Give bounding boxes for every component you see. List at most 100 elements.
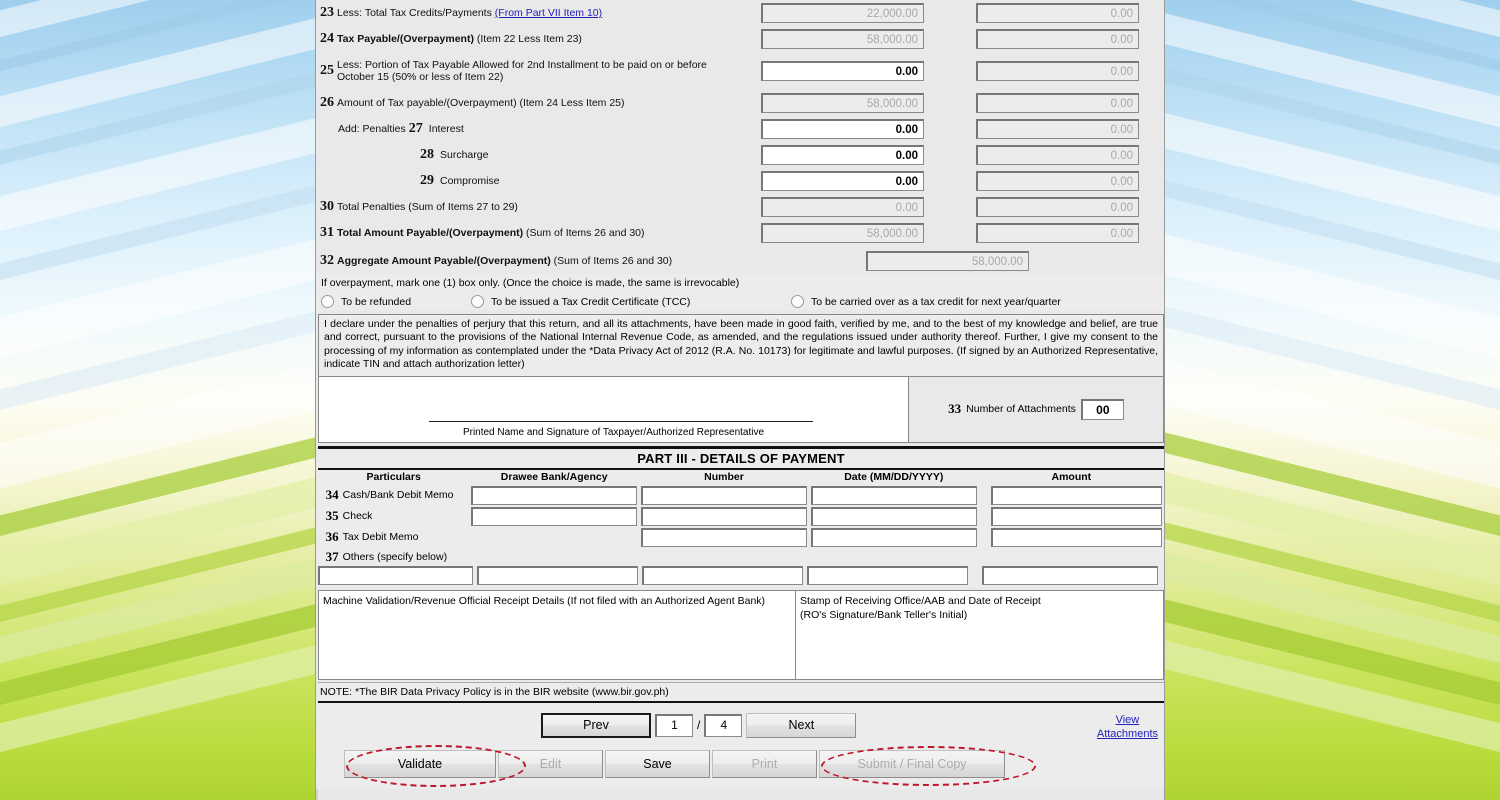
payment-row-36-date-cell [809, 527, 979, 548]
line-30-amount-column-a[interactable]: 0.00 [761, 197, 924, 217]
current-page-field[interactable]: 1 [655, 713, 693, 737]
line-26-label: Amount of Tax payable/(Overpayment) (Ite… [337, 97, 625, 109]
payment-row-35-label: Check [342, 510, 373, 523]
line-28-number: 28 [420, 147, 434, 162]
line-31-amount-column-a[interactable]: 58,000.00 [761, 223, 924, 243]
line-24-amount-column-b[interactable]: 0.00 [976, 29, 1139, 49]
line-23-row: 23 Less: Total Tax Credits/Payments (From… [316, 0, 1164, 26]
signature-area[interactable]: Printed Name and Signature of Taxpayer/A… [319, 376, 908, 442]
line-26-amount-column-b[interactable]: 0.00 [976, 93, 1139, 113]
next-button[interactable]: Next [746, 712, 857, 738]
line-28-amount-column-a[interactable]: 0.00 [761, 145, 924, 165]
others-date-field[interactable] [807, 565, 968, 585]
save-button[interactable]: Save [605, 749, 710, 778]
part3-title: PART III - DETAILS OF PAYMENT [318, 445, 1164, 470]
line-25-amount-column-a[interactable]: 0.00 [761, 61, 924, 81]
line-23-number: 23 [320, 5, 334, 20]
payment-row-34-date-cell [809, 485, 979, 506]
payment-row-35-number-field[interactable] [641, 506, 807, 526]
line-32-label-rest: (Sum of Items 26 and 30) [550, 255, 673, 267]
others-number-field[interactable] [642, 565, 803, 585]
line-25-label: Less: Portion of Tax Payable Allowed for… [337, 59, 707, 83]
payment-row-34-amount-field[interactable] [990, 485, 1162, 505]
line-27-amount-column-b[interactable]: 0.00 [976, 119, 1139, 139]
others-specify-row [318, 565, 1164, 587]
line-28-amount-column-b[interactable]: 0.00 [976, 145, 1139, 165]
submit-final-copy-button: Submit / Final Copy [819, 749, 1005, 778]
line-29-amount-column-a[interactable]: 0.00 [761, 171, 924, 191]
payment-row-37: 37 Others (specify below) [318, 548, 1164, 566]
line-26-row: 26 Amount of Tax payable/(Overpayment) (I… [316, 90, 1164, 116]
payment-table-header-row: Particulars Drawee Bank/Agency Number Da… [318, 469, 1164, 485]
line-31-amount-column-b[interactable]: 0.00 [976, 223, 1139, 243]
radio-refund-icon[interactable] [321, 295, 334, 308]
payment-row-35-drawee-field[interactable] [471, 506, 638, 526]
line-30-label: Total Penalties (Sum of Items 27 to 29) [337, 201, 518, 213]
line-23-link[interactable]: (From Part VII Item 10) [495, 7, 602, 19]
attachments-label: Number of Attachments [966, 403, 1076, 416]
payment-row-35-date-field[interactable] [810, 506, 977, 526]
payment-row-36-amount-field[interactable] [990, 527, 1162, 547]
line-29-amount-column-b[interactable]: 0.00 [976, 171, 1139, 191]
payment-row-35-drawee-cell [469, 506, 639, 527]
header-drawee: Drawee Bank/Agency [469, 469, 640, 485]
line-32-label-bold: Aggregate Amount Payable/(Overpayment) [337, 255, 551, 267]
others-drawee-field[interactable] [477, 565, 638, 585]
payment-row-36-number-cell [639, 527, 809, 548]
attachments-block: 33 Number of Attachments 00 [908, 376, 1163, 442]
overpayment-options: To be refunded To be issued a Tax Credit… [321, 295, 1164, 308]
line-27-label: Interest [428, 123, 464, 135]
others-amount-field[interactable] [982, 565, 1158, 585]
line-27-row: Add: Penalties 27 Interest 0.00 0.00 [316, 116, 1164, 142]
payment-row-34-drawee-field[interactable] [471, 485, 638, 505]
line-24-amount-column-a[interactable]: 58,000.00 [761, 29, 924, 49]
line-23-amount-column-b[interactable]: 0.00 [976, 3, 1139, 23]
view-attachments-link[interactable]: View Attachments [1097, 713, 1158, 741]
tax-computation-lines: 23 Less: Total Tax Credits/Payments (From… [316, 0, 1164, 246]
action-button-bar: Validate Edit Save Print Submit / Final Copy [316, 744, 1164, 789]
payment-row-34-number-field[interactable] [641, 485, 807, 505]
line-30-amount-column-b[interactable]: 0.00 [976, 197, 1139, 217]
attachments-count-field[interactable]: 00 [1080, 398, 1124, 420]
line-27-number: 27 [408, 121, 423, 136]
machine-validation-label: Machine Validation/Revenue Official Rece… [323, 594, 766, 607]
payment-row-34-number: 34 [325, 487, 339, 503]
prev-button[interactable]: Prev [541, 712, 651, 738]
overpayment-option-0-label: To be refunded [341, 295, 412, 308]
line-30-row: 30 Total Penalties (Sum of Items 27 to 29… [316, 194, 1164, 220]
overpayment-option-tcc[interactable]: To be issued a Tax Credit Certificate (T… [471, 295, 791, 308]
payment-row-36-number-field[interactable] [641, 527, 807, 547]
payment-row-35-date-cell [809, 506, 979, 527]
overpayment-option-carryover[interactable]: To be carried over as a tax credit for n… [791, 295, 1061, 308]
stamp-line-2: (RO's Signature/Bank Teller's Initial) [800, 608, 968, 621]
others-specify-field[interactable] [318, 565, 473, 585]
radio-tcc-icon[interactable] [471, 295, 484, 308]
line-27-amount-column-a[interactable]: 0.00 [761, 119, 924, 139]
overpayment-option-refund[interactable]: To be refunded [321, 295, 471, 308]
line-32-number: 32 [320, 253, 334, 268]
page-navigation-bar: Prev 1 / 4 Next View Attachments [316, 702, 1164, 745]
line-26-amount-column-a[interactable]: 58,000.00 [761, 93, 924, 113]
payment-row-34-date-field[interactable] [810, 485, 977, 505]
radio-carryover-icon[interactable] [791, 295, 804, 308]
payment-row-36: 36 Tax Debit Memo [318, 527, 1164, 548]
payment-row-35-amount-field[interactable] [990, 506, 1162, 526]
view-attachments-line2: Attachments [1096, 727, 1158, 740]
payment-row-37-label: Others (specify below) [342, 550, 448, 563]
line-32-amount-field[interactable]: 58,000.00 [866, 251, 1029, 271]
ebirforms-window: 23 Less: Total Tax Credits/Payments (From… [315, 0, 1165, 800]
payment-row-34-amount-cell [979, 485, 1164, 506]
line-25-amount-column-b[interactable]: 0.00 [976, 61, 1139, 81]
header-particulars: Particulars [318, 469, 470, 485]
overpayment-section: If overpayment, mark one (1) box only. (… [316, 274, 1164, 310]
payment-row-36-number: 36 [325, 529, 339, 545]
line-23-amount-column-a[interactable]: 22,000.00 [761, 3, 924, 23]
line-29-number: 29 [420, 173, 434, 188]
payment-row-36-drawee-cell [469, 527, 639, 548]
validate-button[interactable]: Validate [344, 749, 496, 778]
header-amount: Amount [978, 469, 1164, 485]
payment-row-35: 35 Check [318, 506, 1164, 527]
payment-details-table: Particulars Drawee Bank/Agency Number Da… [318, 469, 1164, 566]
payment-row-36-date-field[interactable] [810, 527, 977, 547]
line-23-label: Less: Total Tax Credits/Payments (From P… [337, 7, 603, 19]
